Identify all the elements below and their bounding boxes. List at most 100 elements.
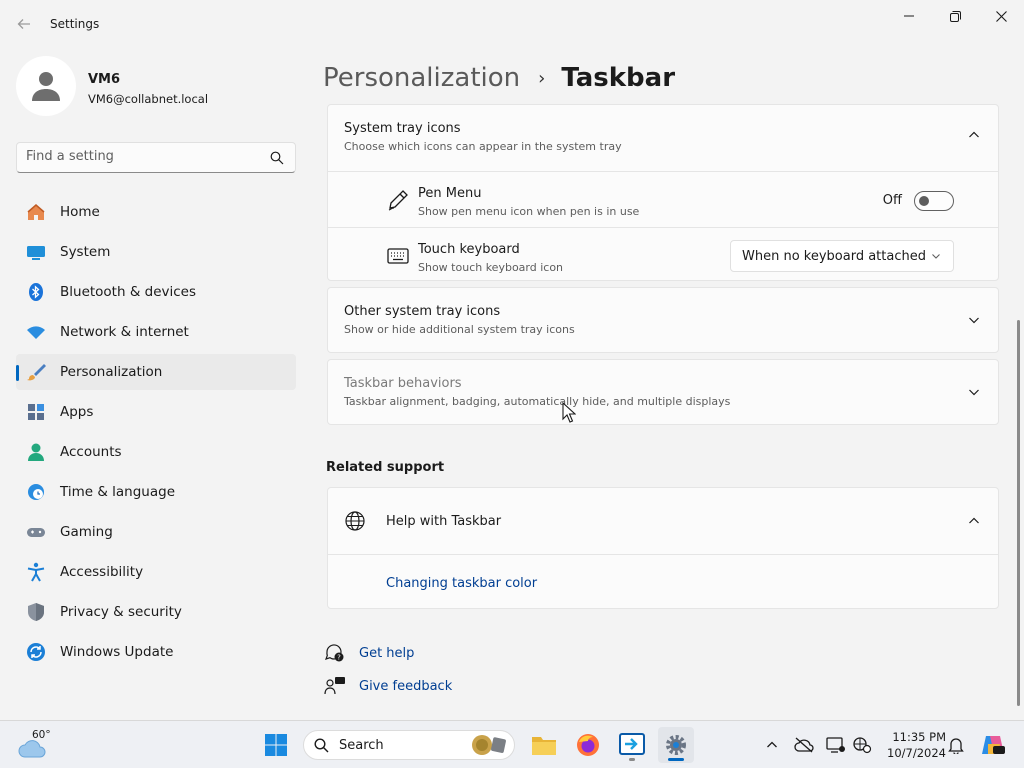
row-title: Pen Menu — [418, 186, 482, 201]
sidebar-item-privacy-security[interactable]: Privacy & security — [16, 594, 296, 630]
related-support-heading: Related support — [326, 460, 445, 475]
breadcrumb-parent[interactable]: Personalization — [323, 63, 520, 93]
minimize-button[interactable] — [886, 0, 932, 32]
user-profile[interactable]: VM6 VM6@collabnet.local — [16, 56, 296, 118]
windows-start-icon — [265, 734, 287, 756]
sidebar-item-time-language[interactable]: Time & language — [16, 474, 296, 510]
weather-widget[interactable]: 60° — [18, 729, 58, 761]
settings-taskbar-button[interactable] — [658, 727, 694, 763]
sidebar-item-label: System — [60, 244, 111, 260]
system-icon — [26, 242, 46, 262]
sidebar-item-apps[interactable]: Apps — [16, 394, 296, 430]
onedrive-tray[interactable] — [794, 735, 814, 755]
user-name: VM6 — [88, 72, 121, 87]
app-title: Settings — [50, 17, 100, 31]
brush-icon — [26, 362, 46, 382]
feedback-icon — [324, 677, 345, 695]
pen-menu-toggle[interactable] — [914, 191, 954, 211]
chevron-up-icon[interactable] — [968, 129, 980, 141]
system-tray-icons-header[interactable]: System tray icons Choose which icons can… — [328, 105, 998, 171]
sidebar-item-gaming[interactable]: Gaming — [16, 514, 296, 550]
display-tray[interactable] — [826, 735, 846, 755]
get-help-row: ? Get help — [324, 641, 414, 665]
person-avatar-icon — [32, 72, 60, 101]
firefox-button[interactable] — [570, 727, 606, 763]
network-tray[interactable] — [852, 735, 872, 755]
monitor-icon — [826, 737, 845, 753]
dropdown-selected-value: When no keyboard attached — [742, 249, 926, 264]
sidebar-item-bluetooth[interactable]: Bluetooth & devices — [16, 274, 296, 310]
sidebar-nav: Home System Bluetooth & devices Network … — [16, 194, 296, 674]
show-hidden-icons-button[interactable] — [762, 735, 782, 755]
chevron-down-icon[interactable] — [968, 314, 980, 326]
clock-time: 11:35 PM — [892, 730, 946, 744]
settings-gear-icon — [666, 735, 686, 755]
avatar — [16, 56, 76, 116]
shield-icon — [26, 602, 46, 622]
restore-icon — [949, 10, 961, 22]
taskbar-search[interactable]: Search — [303, 730, 515, 760]
bluetooth-icon — [26, 282, 46, 302]
sidebar-item-label: Bluetooth & devices — [60, 284, 197, 300]
help-chat-icon: ? — [325, 644, 344, 662]
get-help-link[interactable]: Get help — [359, 646, 414, 661]
sidebar-item-system[interactable]: System — [16, 234, 296, 270]
running-indicator — [629, 758, 635, 761]
maximize-button[interactable] — [932, 0, 978, 32]
sidebar-item-accounts[interactable]: Accounts — [16, 434, 296, 470]
help-with-taskbar-header[interactable]: Help with Taskbar — [328, 488, 998, 554]
chevron-up-icon[interactable] — [968, 515, 980, 527]
give-feedback-link[interactable]: Give feedback — [359, 679, 452, 694]
network-globe-icon — [853, 737, 872, 754]
close-icon — [995, 10, 1007, 22]
help-link-row: Changing taskbar color — [328, 554, 998, 610]
clock-globe-icon — [26, 482, 46, 502]
card-title: Taskbar behaviors — [344, 376, 462, 391]
minimize-icon — [904, 15, 914, 17]
taskbar-behaviors-card[interactable]: Taskbar behaviors Taskbar alignment, bad… — [327, 359, 999, 425]
scrollbar-thumb[interactable] — [1017, 320, 1020, 706]
sidebar-item-windows-update[interactable]: Windows Update — [16, 634, 296, 670]
search-input[interactable] — [26, 149, 266, 164]
system-clock[interactable]: 11:35 PM 10/7/2024 — [880, 729, 946, 761]
back-button[interactable] — [12, 12, 36, 36]
sidebar-item-personalization[interactable]: Personalization — [16, 354, 296, 390]
sidebar-item-label: Home — [60, 204, 100, 220]
row-subtitle: Show touch keyboard icon — [418, 261, 564, 274]
chevron-up-icon — [767, 741, 777, 748]
search-icon[interactable] — [270, 151, 284, 165]
breadcrumb: Personalization › Taskbar — [323, 58, 675, 98]
pen-menu-row: Pen Menu Show pen menu icon when pen is … — [328, 171, 998, 227]
cloud-offline-icon — [794, 737, 814, 753]
search-highlight-icon — [472, 735, 506, 755]
file-explorer-button[interactable] — [526, 727, 562, 763]
sidebar-item-network[interactable]: Network & internet — [16, 314, 296, 350]
user-email: VM6@collabnet.local — [88, 92, 209, 106]
row-title: Touch keyboard — [418, 242, 520, 257]
sidebar-item-label: Personalization — [60, 364, 163, 380]
close-button[interactable] — [978, 0, 1024, 32]
help-with-taskbar-card: Help with Taskbar Changing taskbar color — [327, 487, 999, 609]
card-subtitle: Show or hide additional system tray icon… — [344, 323, 575, 336]
touch-keyboard-row: Touch keyboard Show touch keyboard icon … — [328, 227, 998, 283]
row-subtitle: Show pen menu icon when pen is in use — [418, 205, 640, 218]
start-button[interactable] — [258, 727, 294, 763]
sidebar-item-home[interactable]: Home — [16, 194, 296, 230]
pen-icon — [388, 190, 408, 211]
give-feedback-row: Give feedback — [324, 674, 452, 698]
changing-taskbar-color-link[interactable]: Changing taskbar color — [386, 576, 537, 591]
firefox-icon — [577, 734, 599, 756]
system-tray-icons-card: System tray icons Choose which icons can… — [327, 104, 999, 281]
other-system-tray-icons-card[interactable]: Other system tray icons Show or hide add… — [327, 287, 999, 353]
taskbar-search-label: Search — [339, 738, 384, 753]
notifications-button[interactable] — [946, 735, 966, 755]
sidebar-item-accessibility[interactable]: Accessibility — [16, 554, 296, 590]
chevron-down-icon — [932, 254, 940, 259]
card-title: System tray icons — [344, 121, 461, 136]
find-setting-search[interactable] — [16, 142, 296, 173]
touch-keyboard-dropdown[interactable]: When no keyboard attached — [730, 240, 954, 272]
copilot-button[interactable] — [980, 732, 1006, 758]
chevron-down-icon[interactable] — [968, 386, 980, 398]
remote-app-button[interactable] — [614, 727, 650, 763]
keyboard-icon — [387, 248, 409, 264]
